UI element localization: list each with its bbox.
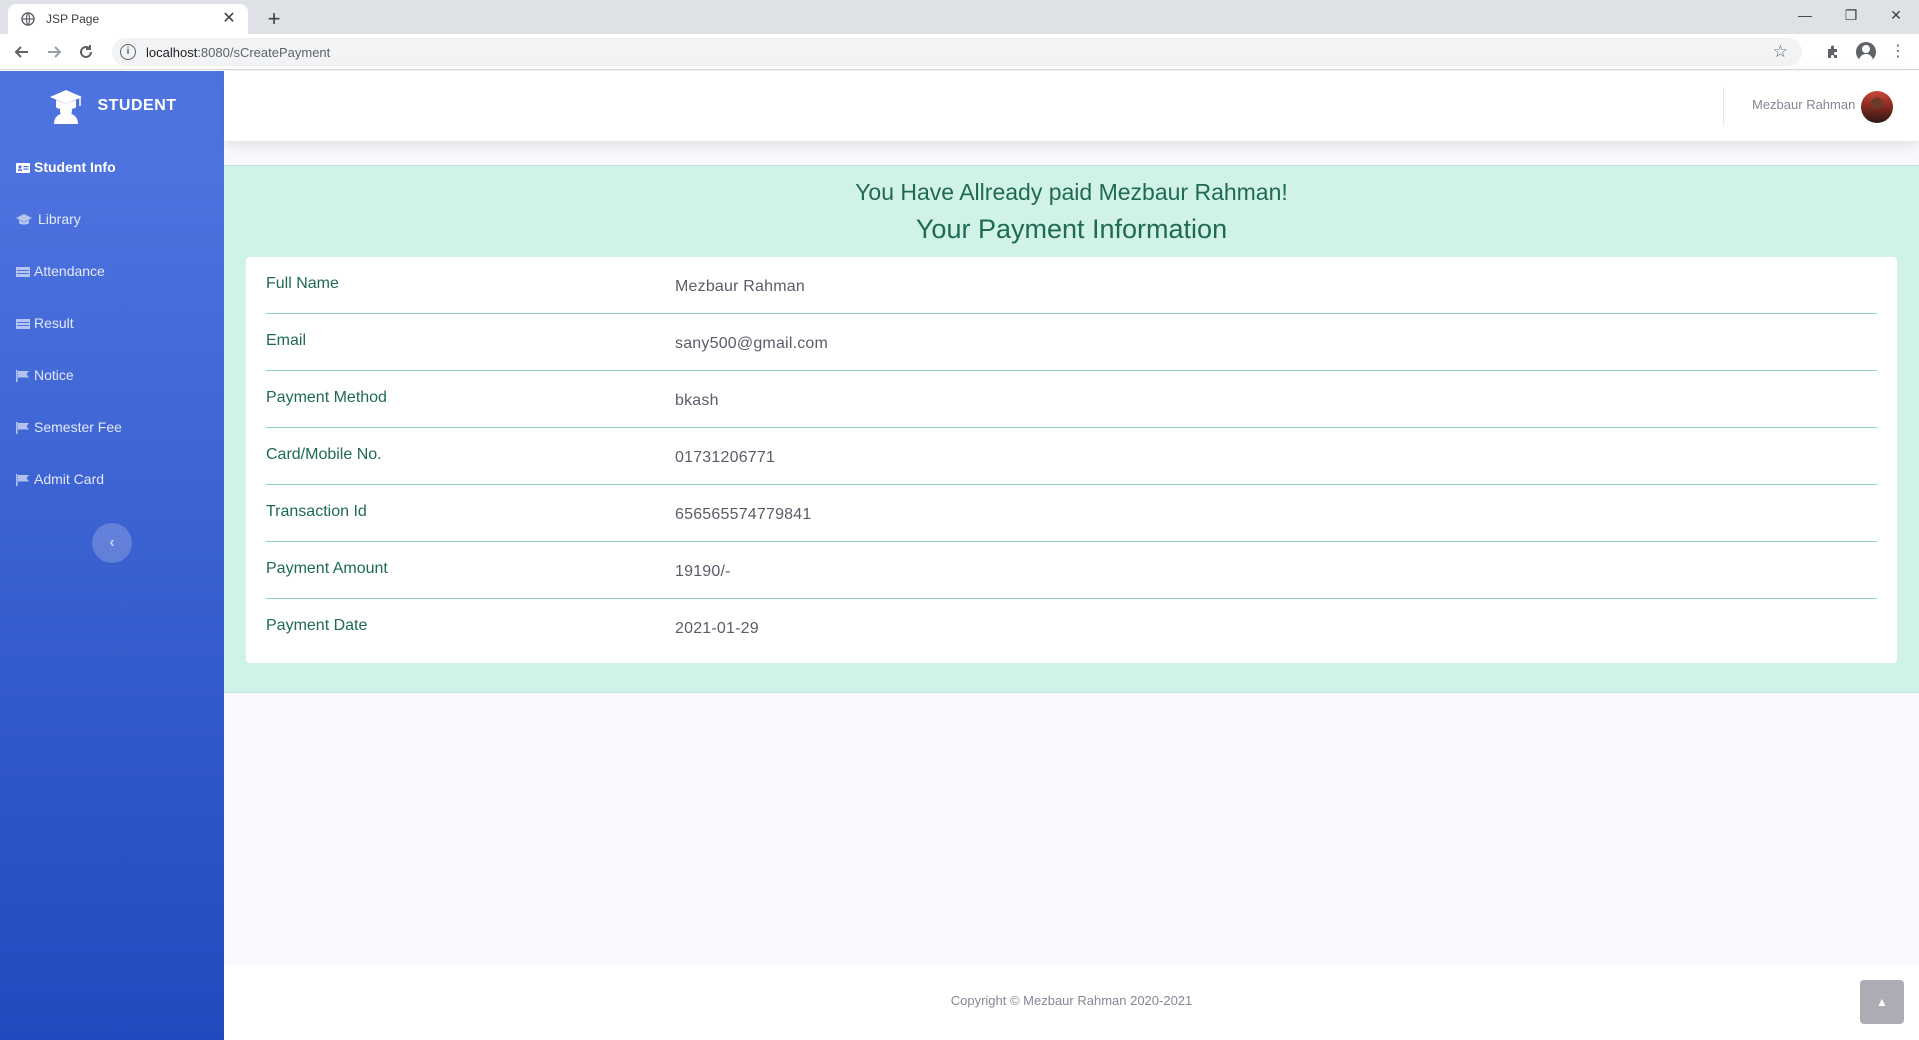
info-value: sany500@gmail.com <box>675 335 829 352</box>
window-close-button[interactable]: ✕ <box>1873 0 1919 30</box>
sidebar-brand[interactable]: STUDENT <box>0 71 224 141</box>
info-value: 2021-01-29 <box>675 620 759 637</box>
tab-title: JSP Page <box>46 12 100 26</box>
footer: Copyright © Mezbaur Rahman 2020-2021 <box>224 965 1919 1040</box>
menu-kebab-icon[interactable]: ⋮ <box>1884 38 1912 66</box>
sidebar-item-label: Attendance <box>34 263 105 279</box>
flag-icon <box>16 473 30 486</box>
payment-alert: You Have Allready paid Mezbaur Rahman! Y… <box>224 165 1919 693</box>
brand-title: STUDENT <box>97 97 177 114</box>
user-name[interactable]: Mezbaur Rahman <box>1752 97 1855 112</box>
copyright-text: Copyright © Mezbaur Rahman 2020-2021 <box>950 993 1193 1008</box>
bookmark-star-icon[interactable]: ☆ <box>1773 42 1788 62</box>
flag-icon <box>16 421 30 434</box>
reload-icon[interactable] <box>72 38 100 66</box>
info-label: Transaction Id <box>266 503 367 520</box>
info-row-email: Email sany500@gmail.com <box>266 314 1877 371</box>
back-icon[interactable] <box>8 38 36 66</box>
sidebar-item-label: Library <box>38 211 81 227</box>
table-icon <box>16 265 30 277</box>
sidebar-item-result[interactable]: Result <box>0 297 224 349</box>
browser-tab[interactable]: JSP Page ✕ <box>8 4 248 34</box>
info-value: 656565574779841 <box>675 506 812 523</box>
info-value: bkash <box>675 392 719 409</box>
sidebar-item-admit-card[interactable]: Admit Card <box>0 453 224 505</box>
info-row-full-name: Full Name Mezbaur Rahman <box>266 257 1877 314</box>
info-label: Payment Method <box>266 389 387 406</box>
info-row-payment-method: Payment Method bkash <box>266 371 1877 428</box>
profile-icon[interactable] <box>1852 38 1880 66</box>
graduation-cap-icon <box>16 213 34 225</box>
info-row-payment-amount: Payment Amount 19190/- <box>266 542 1877 599</box>
sidebar-item-semester-fee[interactable]: Semester Fee <box>0 401 224 453</box>
alert-subtitle: Your Payment Information <box>915 214 1228 244</box>
sidebar-item-label: Result <box>34 315 74 331</box>
topbar: Mezbaur Rahman <box>224 71 1919 141</box>
sidebar-item-label: Semester Fee <box>34 419 122 435</box>
minimize-button[interactable]: — <box>1782 0 1828 30</box>
sidebar-item-notice[interactable]: Notice <box>0 349 224 401</box>
address-bar[interactable]: i localhost :8080/sCreatePayment ☆ <box>112 38 1802 66</box>
info-value: 01731206771 <box>675 449 776 466</box>
sidebar-item-student-info[interactable]: Student Info <box>0 141 224 193</box>
payment-info-card: Full Name Mezbaur Rahman Email sany500@g… <box>246 257 1897 663</box>
url-path: :8080/sCreatePayment <box>197 44 331 60</box>
id-card-icon <box>16 161 30 173</box>
flag-icon <box>16 369 30 382</box>
sidebar-item-library[interactable]: Library <box>0 193 224 245</box>
info-row-card-mobile: Card/Mobile No. 01731206771 <box>266 428 1877 485</box>
url-host: localhost <box>146 44 198 60</box>
forward-icon[interactable] <box>40 38 68 66</box>
info-label: Payment Date <box>266 617 368 634</box>
browser-tabbar: JSP Page ✕ + — ❐ ✕ <box>0 0 1919 34</box>
info-row-transaction-id: Transaction Id 656565574779841 <box>266 485 1877 542</box>
restore-button[interactable]: ❐ <box>1828 0 1874 30</box>
sidebar-toggle-button[interactable]: ‹ <box>92 523 132 563</box>
sidebar: STUDENT Student Info Library Attendance … <box>0 71 224 1040</box>
info-value: Mezbaur Rahman <box>675 278 805 295</box>
sidebar-item-label: Admit Card <box>34 471 105 487</box>
sidebar-item-attendance[interactable]: Attendance <box>0 245 224 297</box>
avatar[interactable] <box>1861 91 1893 123</box>
scroll-to-top-button[interactable]: ▲ <box>1860 980 1904 1024</box>
info-label: Card/Mobile No. <box>266 446 382 463</box>
table-icon <box>16 317 30 329</box>
globe-icon <box>20 11 36 27</box>
sidebar-item-label: Notice <box>34 367 74 383</box>
site-info-icon[interactable]: i <box>120 44 136 60</box>
topbar-divider <box>1723 87 1724 125</box>
browser-toolbar: i localhost :8080/sCreatePayment ☆ ⋮ <box>0 34 1919 70</box>
alert-title: You Have Allready paid Mezbaur Rahman! <box>855 179 1288 205</box>
info-label: Email <box>266 332 307 349</box>
info-value: 19190/- <box>675 563 731 580</box>
extensions-icon[interactable] <box>1819 38 1847 66</box>
graduate-icon <box>47 87 85 125</box>
sidebar-item-label: Student Info <box>34 159 116 175</box>
info-label: Full Name <box>266 275 339 292</box>
new-tab-button[interactable]: + <box>260 5 288 33</box>
info-label: Payment Amount <box>266 560 388 577</box>
info-row-payment-date: Payment Date 2021-01-29 <box>266 599 1877 656</box>
tab-close-icon[interactable]: ✕ <box>220 10 238 28</box>
